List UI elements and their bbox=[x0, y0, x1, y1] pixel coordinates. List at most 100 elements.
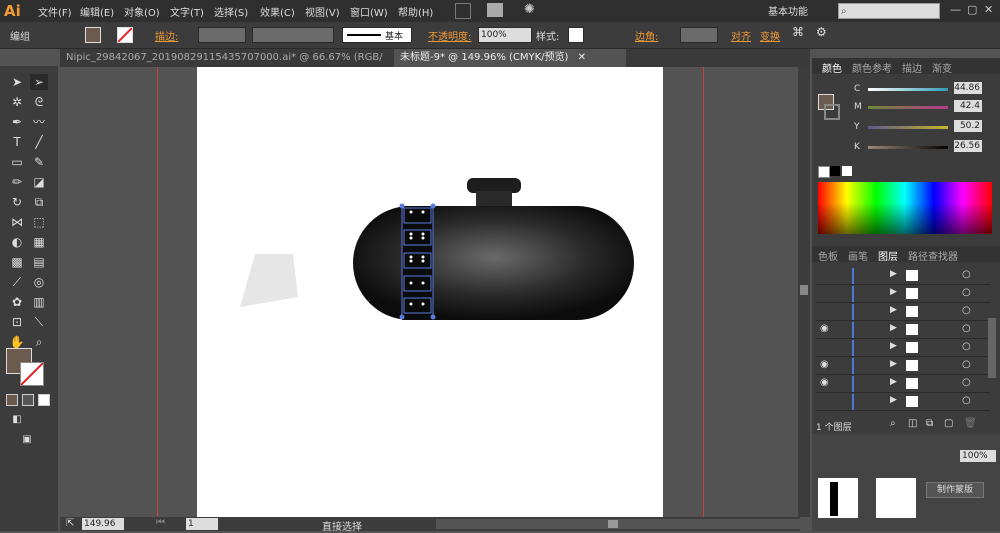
search-input[interactable]: ⌕ bbox=[838, 3, 940, 19]
scale-tool-icon[interactable]: ⧉ bbox=[30, 194, 48, 210]
menu-file[interactable]: 文件(F) bbox=[38, 4, 72, 19]
tab-nipic-document[interactable]: Nipic_29842067_20190829115435707000.ai* … bbox=[60, 49, 390, 81]
perspective-grid-icon[interactable]: ▦ bbox=[30, 234, 48, 250]
scroll-thumb[interactable] bbox=[800, 285, 808, 295]
variable-width-profile[interactable] bbox=[252, 27, 334, 43]
brush-definition[interactable]: 基本 bbox=[342, 27, 412, 43]
opacity-field[interactable]: 100% bbox=[478, 27, 532, 43]
expand-arrow-icon[interactable]: ▶ bbox=[890, 359, 897, 369]
eraser-icon[interactable]: ◪ bbox=[30, 174, 48, 190]
channel-c-value[interactable]: 44.86 bbox=[954, 82, 982, 94]
line-tool-icon[interactable]: ╱ bbox=[30, 134, 48, 150]
free-transform-icon[interactable]: ⬚ bbox=[30, 214, 48, 230]
visibility-eye-icon[interactable]: ◉ bbox=[820, 323, 829, 334]
layers-scrollbar[interactable] bbox=[988, 318, 996, 378]
none-swatch-icon[interactable] bbox=[818, 166, 830, 178]
tab-gradient[interactable]: 渐变 bbox=[932, 60, 952, 75]
horizontal-scrollbar[interactable] bbox=[436, 519, 800, 529]
channel-k-value[interactable]: 26.56 bbox=[954, 140, 982, 152]
target-circle-icon[interactable]: ○ bbox=[962, 269, 971, 280]
isolate-icon[interactable]: ⌘ bbox=[792, 25, 804, 39]
slice-tool-icon[interactable]: ⟍ bbox=[30, 314, 48, 330]
expand-arrow-icon[interactable]: ▶ bbox=[890, 269, 897, 279]
layer-row[interactable]: ▶ ○ bbox=[816, 340, 990, 357]
magic-wand-icon[interactable]: ✲ bbox=[8, 94, 26, 110]
panel-stroke-swatch[interactable] bbox=[824, 104, 840, 120]
rectangle-tool-icon[interactable]: ▭ bbox=[8, 154, 26, 170]
expand-arrow-icon[interactable]: ▶ bbox=[890, 341, 897, 351]
tab-color-guide[interactable]: 颜色参考 bbox=[852, 60, 892, 75]
expand-arrow-icon[interactable]: ▶ bbox=[890, 305, 897, 315]
paintbrush-icon[interactable]: ✎ bbox=[30, 154, 48, 170]
stroke-color-box[interactable] bbox=[20, 362, 44, 386]
arrange-documents-icon[interactable] bbox=[487, 3, 503, 17]
menu-help[interactable]: 帮助(H) bbox=[398, 4, 433, 19]
first-page-icon[interactable]: ⏮ bbox=[156, 517, 165, 528]
target-circle-icon[interactable]: ○ bbox=[962, 377, 971, 388]
make-mask-button[interactable]: 制作蒙版 bbox=[926, 482, 984, 498]
menu-object[interactable]: 对象(O) bbox=[124, 4, 160, 19]
mesh-tool-icon[interactable]: ▩ bbox=[8, 254, 26, 270]
new-layer-icon[interactable]: ▢ bbox=[944, 418, 953, 429]
none-mode-icon[interactable] bbox=[38, 394, 50, 406]
menu-window[interactable]: 窗口(W) bbox=[350, 4, 388, 19]
bridge-icon[interactable] bbox=[455, 3, 471, 19]
shape-builder-icon[interactable]: ◐ bbox=[8, 234, 26, 250]
tab-close-icon[interactable]: ✕ bbox=[578, 52, 586, 63]
channel-m-value[interactable]: 42.4 bbox=[954, 100, 982, 112]
tab-layers[interactable]: 图层 bbox=[878, 248, 898, 263]
channel-y-value[interactable]: 50.2 bbox=[954, 120, 982, 132]
screen-mode-icon[interactable]: ▣ bbox=[18, 432, 36, 448]
selection-tool-icon[interactable]: ➤ bbox=[8, 74, 26, 90]
transform-label[interactable]: 变换 bbox=[760, 28, 780, 43]
close-button[interactable]: ✕ bbox=[984, 3, 993, 16]
target-circle-icon[interactable]: ○ bbox=[962, 395, 971, 406]
tab-brushes[interactable]: 画笔 bbox=[848, 248, 868, 263]
vertical-scrollbar[interactable] bbox=[798, 67, 810, 517]
layer-row[interactable]: ▶ ○ bbox=[816, 268, 990, 285]
type-tool-icon[interactable]: T bbox=[8, 134, 26, 150]
h-scroll-thumb[interactable] bbox=[608, 520, 618, 528]
target-circle-icon[interactable]: ○ bbox=[962, 359, 971, 370]
color-mode-icon[interactable] bbox=[6, 394, 18, 406]
pen-tool-icon[interactable]: ✒ bbox=[8, 114, 26, 130]
blend-tool-icon[interactable]: ◎ bbox=[30, 274, 48, 290]
shaper-tool-icon[interactable]: ✏ bbox=[8, 174, 26, 190]
gpu-icon[interactable]: ✺ bbox=[524, 2, 535, 17]
tab-pathfinder[interactable]: 路径查找器 bbox=[908, 248, 958, 263]
tab-color[interactable]: 颜色 bbox=[822, 60, 842, 75]
layer-row[interactable]: ▶ ○ bbox=[816, 304, 990, 321]
width-tool-icon[interactable]: ⋈ bbox=[8, 214, 26, 230]
menu-type[interactable]: 文字(T) bbox=[170, 4, 204, 19]
menu-effect[interactable]: 效果(C) bbox=[260, 4, 295, 19]
menu-edit[interactable]: 编辑(E) bbox=[80, 4, 114, 19]
target-circle-icon[interactable]: ○ bbox=[962, 341, 971, 352]
stroke-swatch[interactable] bbox=[117, 27, 133, 43]
expand-arrow-icon[interactable]: ▶ bbox=[890, 377, 897, 387]
black-swatch[interactable] bbox=[830, 166, 840, 176]
eyedropper-icon[interactable]: ⟋ bbox=[8, 274, 26, 290]
layer-row[interactable]: ▶ ○ bbox=[816, 394, 990, 411]
layer-row[interactable]: ◉ ▶ ○ bbox=[816, 322, 990, 339]
new-sublayer-icon[interactable]: ⧉ bbox=[926, 418, 933, 429]
align-label[interactable]: 对齐 bbox=[731, 28, 751, 43]
gradient-mode-icon[interactable] bbox=[22, 394, 34, 406]
target-circle-icon[interactable]: ○ bbox=[962, 323, 971, 334]
white-swatch[interactable] bbox=[842, 166, 852, 176]
symbol-sprayer-icon[interactable]: ✿ bbox=[8, 294, 26, 310]
artboard-tool-icon[interactable]: ⊡ bbox=[8, 314, 26, 330]
locate-object-icon[interactable]: ⌕ bbox=[890, 418, 896, 429]
layer-row[interactable]: ▶ ○ bbox=[816, 286, 990, 303]
menu-view[interactable]: 视图(V) bbox=[305, 4, 340, 19]
draw-mode-icon[interactable]: ◧ bbox=[8, 412, 26, 428]
zoom-field[interactable]: 149.96 bbox=[82, 518, 124, 530]
tab-swatches[interactable]: 色板 bbox=[818, 248, 838, 263]
make-clipping-mask-icon[interactable]: ◫ bbox=[908, 418, 917, 429]
transparency-opacity-field[interactable]: 100% bbox=[960, 450, 996, 462]
workspace-switcher[interactable]: 基本功能 bbox=[768, 3, 808, 18]
color-spectrum[interactable] bbox=[818, 182, 992, 234]
channel-y-slider[interactable] bbox=[868, 126, 948, 129]
panel-menu-icon[interactable]: ⚙ bbox=[816, 25, 827, 39]
menu-select[interactable]: 选择(S) bbox=[214, 4, 248, 19]
expand-arrow-icon[interactable]: ▶ bbox=[890, 287, 897, 297]
